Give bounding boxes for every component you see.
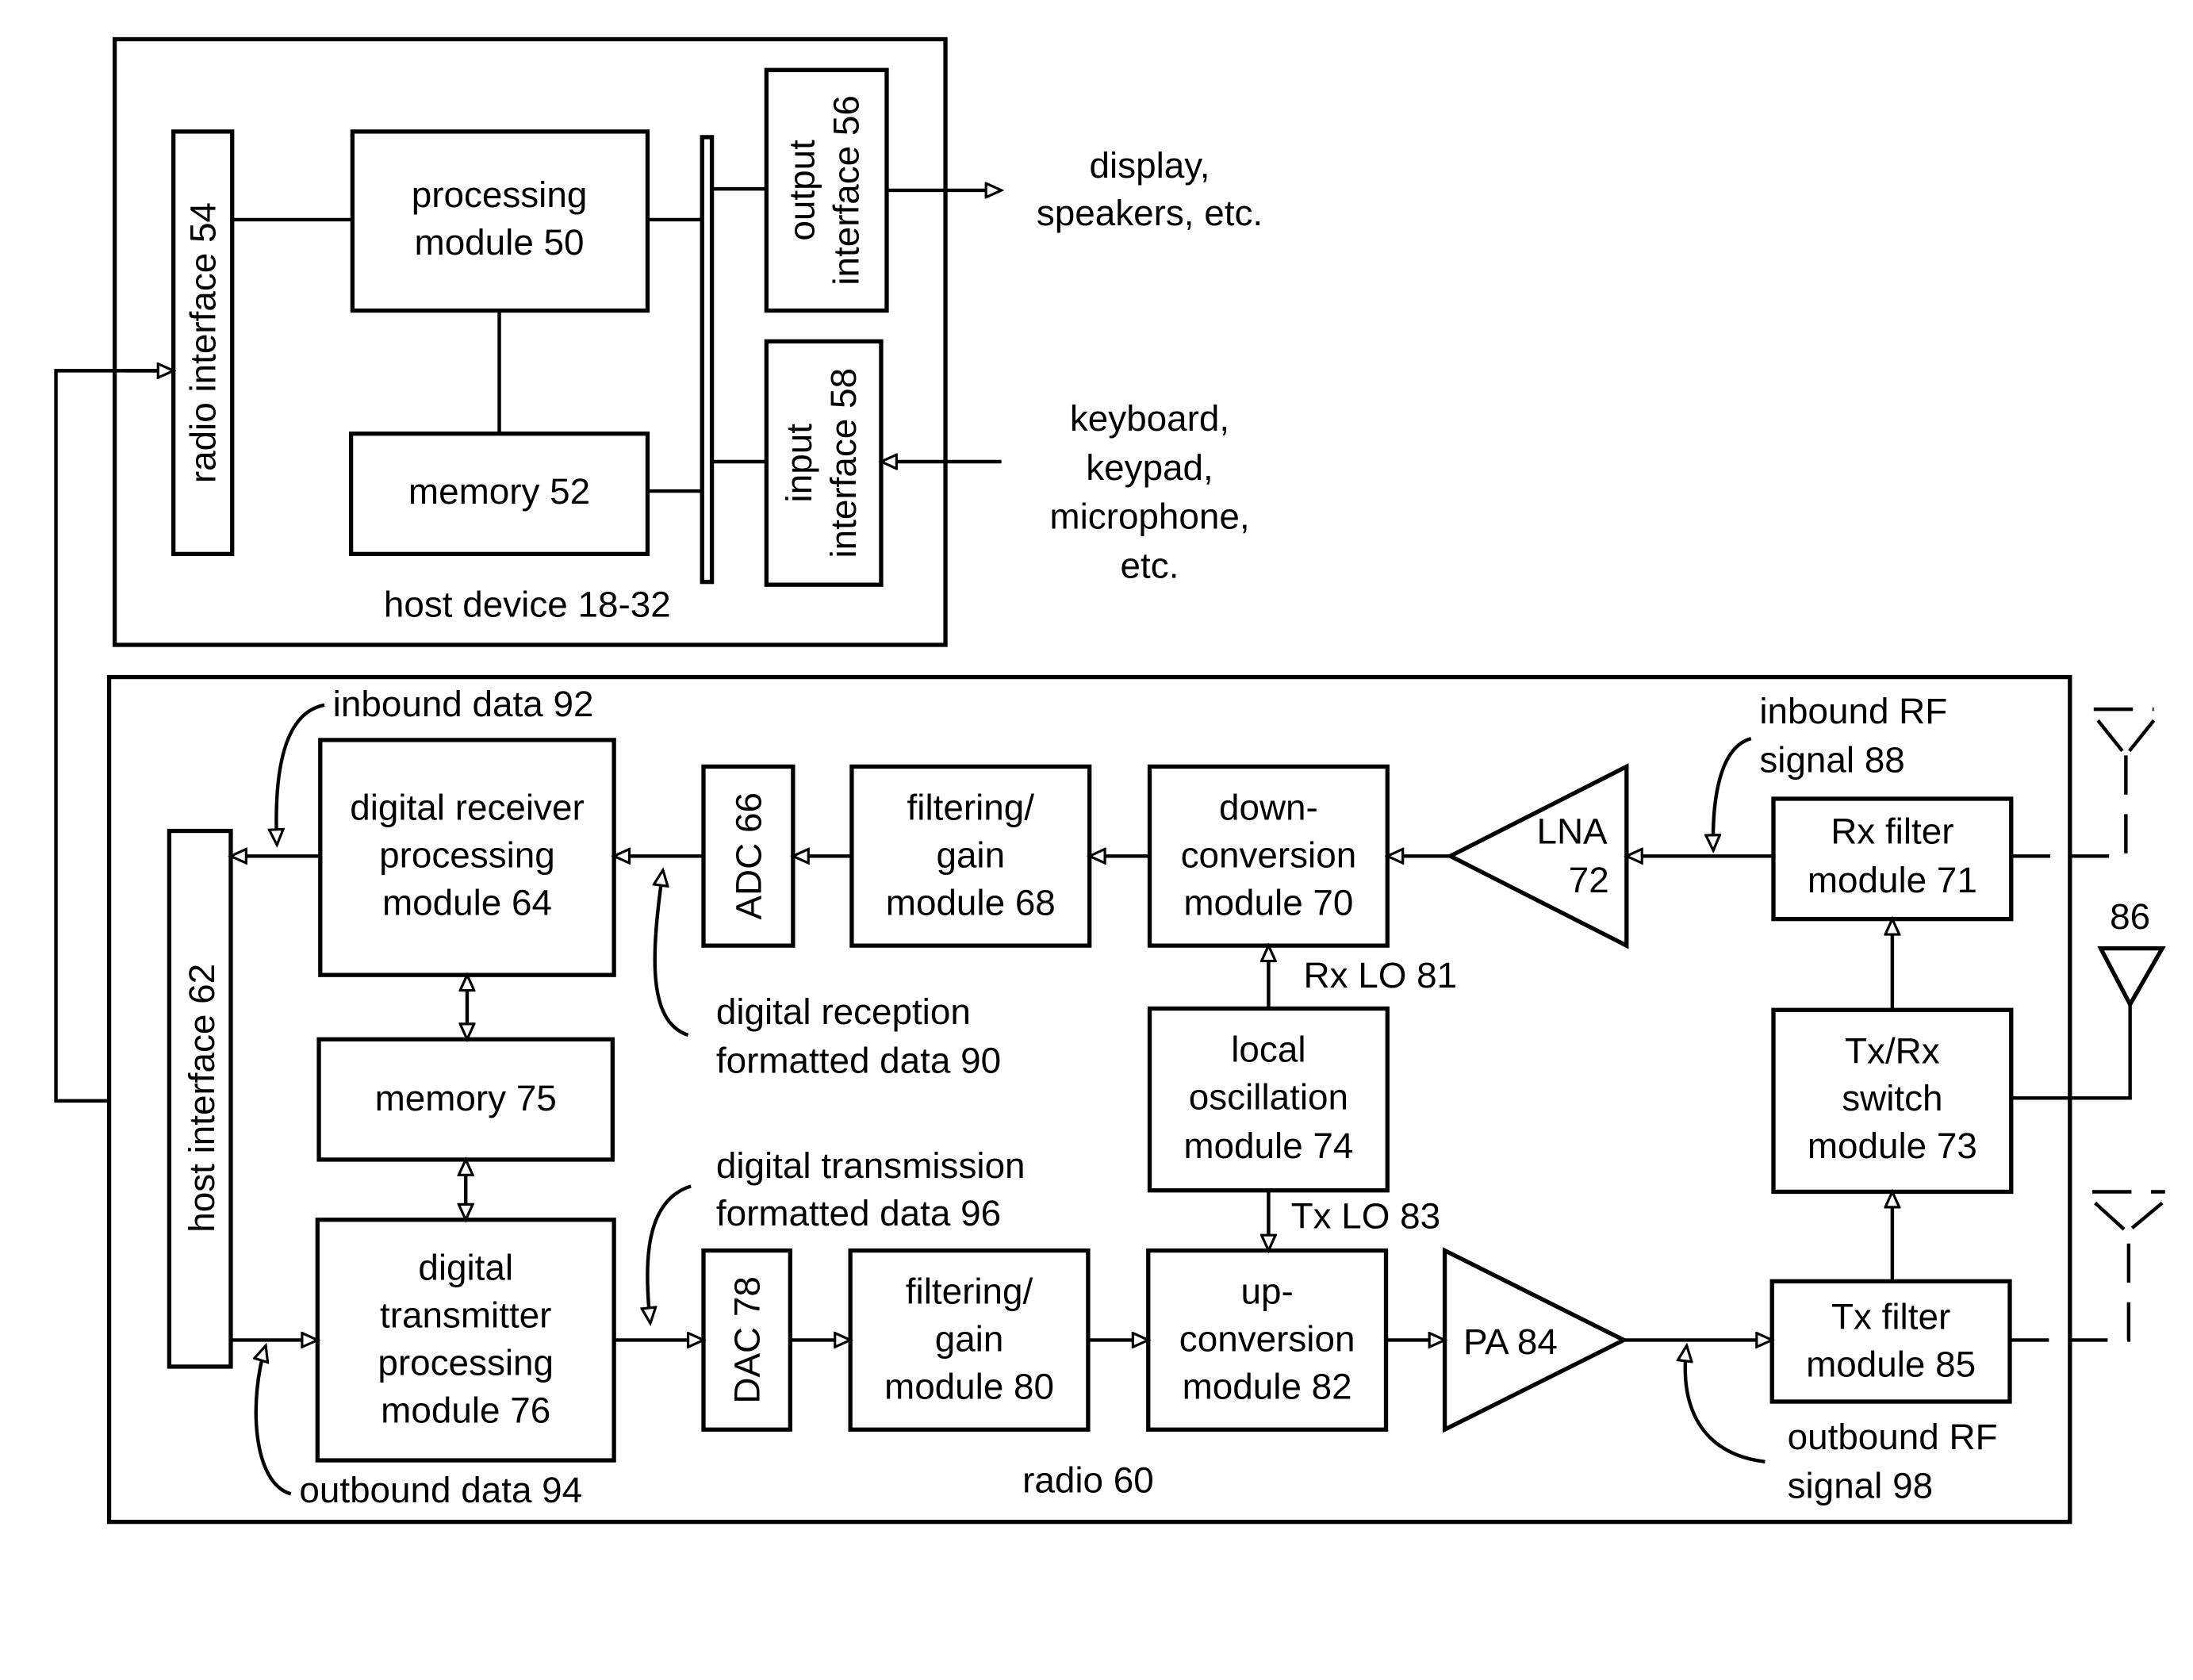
down-conv-label-1: down-: [1219, 787, 1318, 827]
filter-rx-label-1: filtering/: [907, 787, 1035, 827]
radio: radio 60 host interface 62 digital recei…: [106, 674, 2166, 1525]
inbound-rf-label-2: signal 88: [1759, 739, 1904, 780]
digital-rx-label-3: module 64: [382, 882, 552, 922]
tx-formatted-label-1: digital transmission: [716, 1145, 1026, 1186]
down-conv-label-3: module 70: [1183, 882, 1353, 922]
processing-label-2: module 50: [415, 222, 585, 263]
rx-filter-label-2: module 71: [1808, 860, 1977, 900]
lna-label-1: LNA: [1536, 811, 1608, 851]
host-device-label: host device 18-32: [384, 585, 671, 625]
tx-lo-label: Tx LO 83: [1291, 1195, 1440, 1236]
rx-antenna-dashed-icon: [2093, 707, 2156, 757]
down-conv-label-2: conversion: [1181, 834, 1357, 875]
inputs-label-2: keypad,: [1086, 447, 1213, 488]
host-interface-label: host interface 62: [182, 964, 222, 1233]
host-device: host device 18-32 radio interface 54 pro…: [112, 36, 1263, 647]
tx-filter-label-1: Tx filter: [1831, 1296, 1950, 1337]
txrx-switch-label-3: module 73: [1808, 1126, 1977, 1166]
inputs-label-3: microphone,: [1049, 497, 1249, 537]
rx-lo-label: Rx LO 81: [1303, 955, 1457, 995]
txrx-switch-label-1: Tx/Rx: [1845, 1030, 1940, 1071]
radio-interface-label: radio interface 54: [183, 202, 224, 483]
filter-tx-label-2: gain: [935, 1319, 1004, 1360]
processing-module-block: [350, 129, 650, 313]
filter-tx-label-3: module 80: [884, 1366, 1054, 1406]
input-interface-label-2: interface 58: [823, 368, 864, 558]
up-conv-label-3: module 82: [1183, 1366, 1352, 1406]
outputs-label-2: speakers, etc.: [1037, 193, 1263, 233]
inbound-data-label: inbound data 92: [333, 684, 594, 724]
txrx-switch-label-2: switch: [1842, 1078, 1942, 1118]
rx-filter-label-1: Rx filter: [1831, 811, 1953, 851]
radio-block-diagram: host device 18-32 radio interface 54 pro…: [54, 36, 2166, 1525]
host-bus: [700, 135, 715, 585]
tx-filter-label-2: module 85: [1806, 1344, 1976, 1384]
pa-label: PA 84: [1463, 1321, 1558, 1362]
outbound-data-label: outbound data 94: [299, 1470, 582, 1510]
lna-label-2: 72: [1569, 860, 1609, 900]
filter-rx-label-3: module 68: [886, 882, 1056, 922]
inputs-label-4: etc.: [1121, 545, 1179, 585]
rx-formatted-label-1: digital reception: [716, 992, 971, 1032]
antenna-86-icon: [2097, 946, 2166, 1009]
up-conv-label-2: conversion: [1179, 1319, 1355, 1360]
processing-label-1: processing: [412, 175, 588, 215]
outbound-rf-label-2: signal 98: [1788, 1466, 1933, 1506]
output-interface-label-1: output: [781, 140, 822, 241]
digital-rx-label-1: digital receiver: [350, 787, 584, 827]
digital-tx-label-1: digital: [418, 1248, 513, 1288]
lo-label-1: local: [1231, 1029, 1305, 1069]
input-interface-label-1: input: [779, 424, 819, 503]
up-conv-label-1: up-: [1241, 1272, 1294, 1312]
digital-tx-label-4: module 76: [381, 1390, 550, 1430]
tx-antenna-dashed-icon: [2092, 1190, 2165, 1233]
lo-label-3: module 74: [1183, 1126, 1353, 1166]
inbound-rf-label-1: inbound RF: [1759, 691, 1947, 731]
radio-label: radio 60: [1022, 1460, 1154, 1501]
memory-75-label: memory 75: [375, 1078, 557, 1118]
memory-52-label: memory 52: [408, 471, 590, 512]
adc-label: ADC 66: [728, 792, 769, 919]
digital-rx-label-2: processing: [379, 834, 555, 875]
dac-label: DAC 78: [727, 1276, 768, 1403]
lo-label-2: oscillation: [1189, 1076, 1348, 1117]
tx-formatted-label-2: formatted data 96: [716, 1193, 1001, 1233]
filter-rx-label-2: gain: [936, 834, 1005, 875]
digital-tx-label-2: transmitter: [380, 1295, 551, 1336]
outbound-rf-label-1: outbound RF: [1788, 1417, 1998, 1457]
output-interface-label-2: interface 56: [826, 95, 867, 285]
filter-tx-label-1: filtering/: [906, 1272, 1033, 1312]
inputs-label-1: keyboard,: [1070, 398, 1229, 439]
digital-tx-label-3: processing: [378, 1342, 554, 1383]
antenna-label: 86: [2110, 896, 2150, 937]
outputs-label-1: display,: [1090, 145, 1210, 186]
rx-formatted-label-2: formatted data 90: [716, 1041, 1001, 1081]
